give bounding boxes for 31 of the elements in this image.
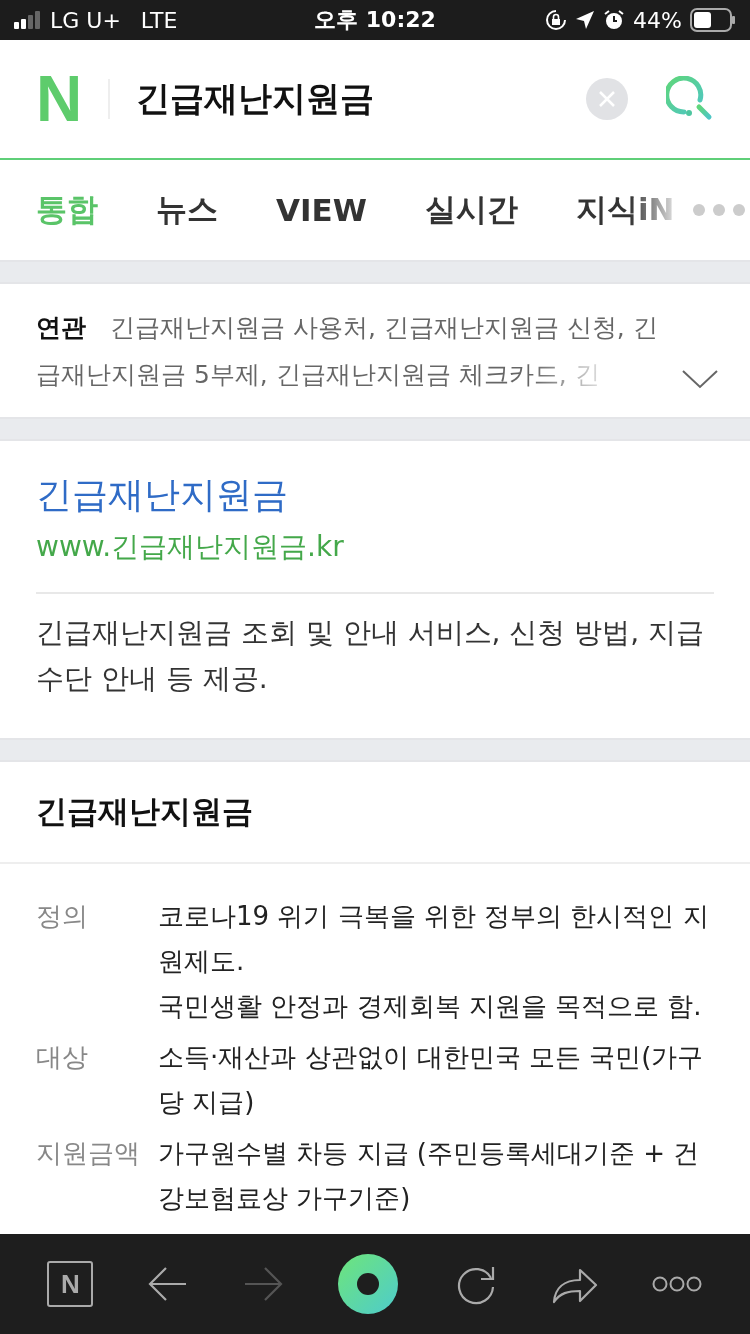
related-label: 연관 (36, 311, 86, 344)
result-description: 긴급재난지원금 조회 및 안내 서비스, 신청 방법, 지급 수단 안내 등 제공. (36, 615, 706, 697)
term-definition: 국민생활 안정과 경제회복 지원을 목적으로 함. (158, 990, 703, 1023)
clock-time: 오후 10:22 (314, 6, 436, 34)
battery-percent: 44% (633, 7, 682, 33)
search-query[interactable]: 긴급재난지원금 (136, 76, 586, 122)
term-label: 지원금액 (36, 1137, 141, 1170)
carrier-name: LG U+ (50, 7, 121, 33)
term-definition: 가구원수별 차등 지급 (주민등록세대기준 + 건강보험료상 가구기준) (158, 1137, 701, 1215)
category-tab[interactable]: 실시간 (424, 189, 518, 231)
term-label: 정의 (36, 900, 89, 933)
network-type: LTE (140, 7, 178, 33)
signal-icon (14, 11, 42, 29)
category-tab[interactable]: VIEW (276, 192, 367, 228)
knowledge-title: 긴급재난지원금 (36, 792, 253, 831)
location-arrow-icon (575, 10, 596, 30)
category-tab[interactable]: 뉴스 (156, 189, 218, 231)
battery-icon (690, 8, 736, 32)
more-icon[interactable] (652, 1276, 703, 1292)
alarm-clock-icon (603, 9, 626, 31)
related-keywords[interactable]: 긴급재난지원금 사용처, 긴급재난지원금 신청, 긴 (110, 310, 658, 344)
result-title-link[interactable]: 긴급재난지원금 (36, 471, 288, 520)
chevron-down-icon[interactable] (682, 369, 718, 389)
ring-icon[interactable] (337, 1254, 398, 1314)
term-definition: 코로나19 위기 극복을 위한 정부의 한시적인 지원제도. (158, 900, 710, 978)
rotation-lock-icon (545, 9, 568, 31)
result-url[interactable]: www.긴급재난지원금.kr (36, 528, 344, 566)
term-label: 대상 (36, 1041, 89, 1074)
back-icon[interactable] (148, 1266, 189, 1302)
term-definition: 소득·재산과 상관없이 대한민국 모든 국민(가구당 지급) (158, 1041, 705, 1119)
home-button[interactable]: N (47, 1261, 94, 1307)
